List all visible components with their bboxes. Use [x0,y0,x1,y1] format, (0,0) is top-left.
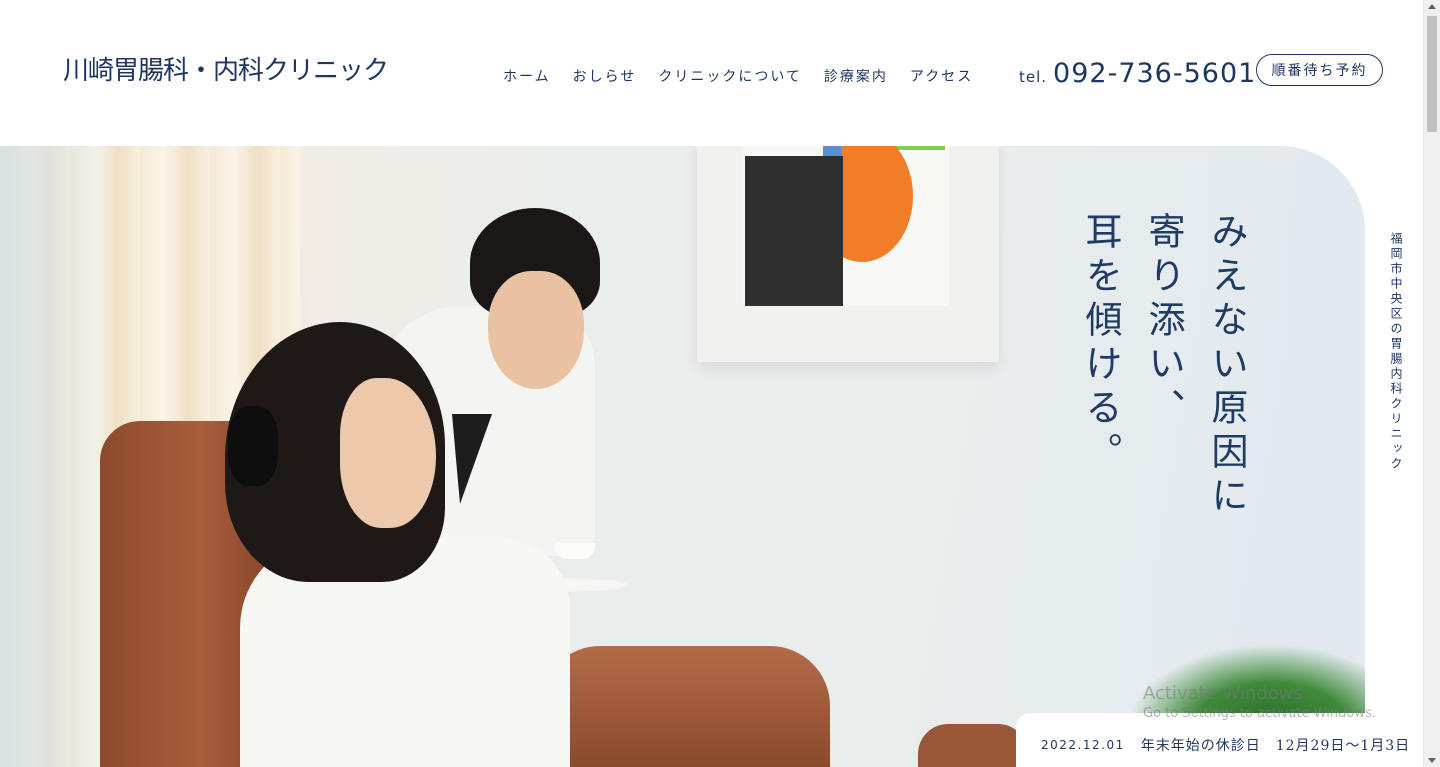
catchcopy-line-1: みえない原因に [1205,212,1248,520]
catchcopy-line-3: 耳を傾ける。 [1079,212,1122,476]
scrollbar-thumb[interactable] [1427,16,1437,132]
nav-item-access[interactable]: アクセス [910,66,973,86]
reservation-button[interactable]: 順番待ち予約 [1256,54,1383,86]
scroll-down-arrow-icon[interactable] [1428,758,1436,763]
nav-item-medical[interactable]: 診療案内 [824,66,888,86]
chair-armrest [540,646,830,767]
scroll-up-arrow-icon[interactable] [1428,4,1436,9]
global-nav: ホーム おしらせ クリニックについて 診療案内 アクセス [503,66,995,86]
news-ticker[interactable]: 2022.12.01 年末年始の休診日 12月29日〜1月3日 [1016,713,1423,767]
hero-catchcopy: みえない原因に 寄り添い、 耳を傾ける。 [1079,212,1248,520]
news-date: 2022.12.01 [1041,738,1125,752]
nav-item-news[interactable]: おしらせ [573,66,637,86]
side-tagline: 福岡市中央区の胃腸内科クリニック [1389,232,1403,472]
hair-scrunchie [228,406,278,486]
artwork-canvas [743,146,949,306]
nav-item-about[interactable]: クリニックについて [658,66,802,86]
catchcopy-line-2: 寄り添い、 [1142,212,1185,432]
news-title[interactable]: 年末年始の休診日 12月29日〜1月3日 [1141,735,1410,755]
artwork-black-shape [745,156,843,306]
phone-number[interactable]: tel. 092-736-5601 [1019,58,1256,89]
activation-watermark: Activate Windows Go to Settings to activ… [1143,683,1376,721]
nurse-face [488,271,584,389]
watermark-subtitle: Go to Settings to activate Windows. [1143,706,1376,721]
tel-number: 092-736-5601 [1053,58,1257,89]
chair-back [918,724,1028,767]
tea-cup [555,543,595,559]
nav-item-home[interactable]: ホーム [503,66,551,86]
clinic-logo[interactable]: 川崎胃腸科・内科クリニック [63,50,389,87]
vertical-scrollbar[interactable] [1423,0,1440,767]
hero-image: みえない原因に 寄り添い、 耳を傾ける。 [0,146,1365,767]
wall-artwork [697,146,999,362]
watermark-title: Activate Windows [1143,683,1303,704]
tel-prefix: tel. [1019,68,1048,86]
site-header: 川崎胃腸科・内科クリニック ホーム おしらせ クリニックについて 診療案内 アク… [0,0,1423,146]
curtain-shadow [0,146,110,767]
